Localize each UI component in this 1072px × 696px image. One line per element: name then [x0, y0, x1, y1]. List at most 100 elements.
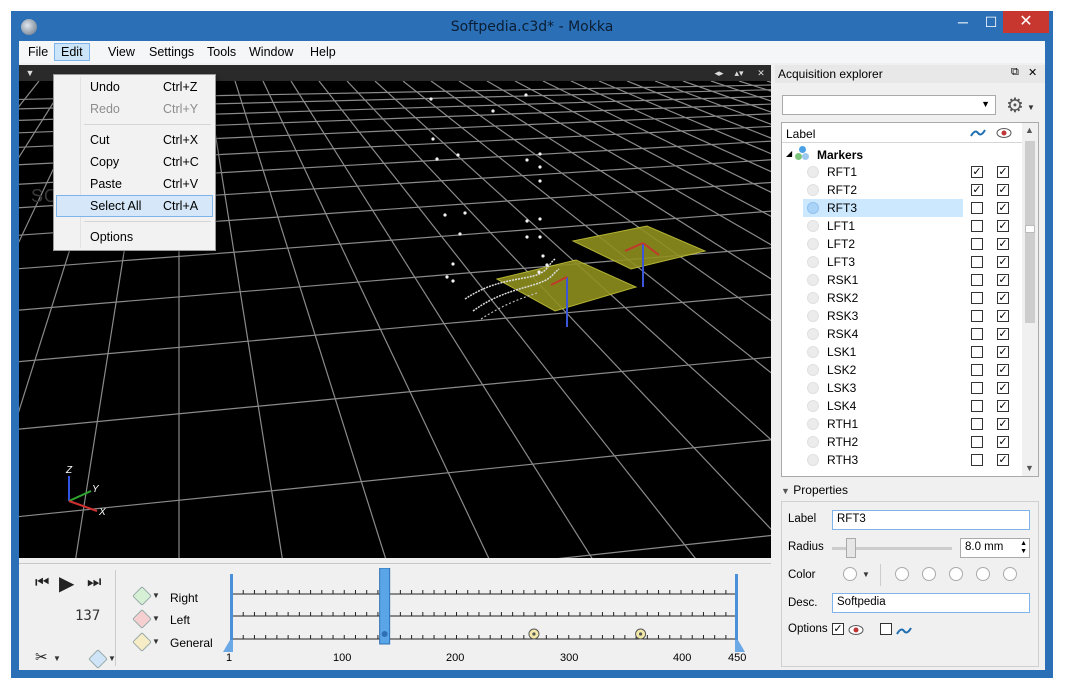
marker-name[interactable]: LSK1	[827, 345, 856, 359]
trajectory-checkbox[interactable]	[971, 328, 983, 340]
marker-row[interactable]: RTH3 ✓	[782, 451, 1022, 469]
marker-name[interactable]: RFT2	[827, 183, 857, 197]
menu-file[interactable]: File	[22, 43, 54, 61]
split-horizontal-icon[interactable]: ◂▸	[712, 66, 726, 80]
option-trajectory-checkbox[interactable]	[880, 623, 892, 635]
menu-item-copy[interactable]: Copy Ctrl+C	[56, 151, 213, 173]
color-swatch-5[interactable]	[1003, 567, 1017, 581]
properties-collapse-icon[interactable]: ▼	[781, 486, 790, 496]
marker-name[interactable]: RTH3	[827, 453, 858, 467]
menu-item-paste[interactable]: Paste Ctrl+V	[56, 173, 213, 195]
tools-icon[interactable]: ✂	[35, 648, 48, 666]
menu-settings[interactable]: Settings	[143, 43, 200, 61]
right-track-tag-icon[interactable]	[132, 586, 152, 606]
menu-item-cut[interactable]: Cut Ctrl+X	[56, 129, 213, 151]
maximize-button[interactable]: ☐	[977, 11, 1005, 33]
spin-up-icon[interactable]: ▲	[1020, 540, 1027, 547]
marker-row[interactable]: RTH2 ✓	[782, 433, 1022, 451]
scroll-up-icon[interactable]: ▲	[1025, 125, 1034, 135]
trajectory-checkbox[interactable]	[971, 382, 983, 394]
title-bar[interactable]: Softpedia.c3d* - Mokka ─ ☐ ✕	[11, 11, 1053, 41]
marker-row[interactable]: LFT2 ✓	[782, 235, 1022, 253]
visibility-checkbox[interactable]: ✓	[997, 238, 1009, 250]
marker-name[interactable]: RSK1	[827, 273, 858, 287]
trajectory-checkbox[interactable]: ✓	[971, 184, 983, 196]
acquisition-combo[interactable]: ▼	[782, 95, 996, 115]
color-swatch-3[interactable]	[949, 567, 963, 581]
visibility-checkbox[interactable]: ✓	[997, 220, 1009, 232]
visibility-checkbox[interactable]: ✓	[997, 364, 1009, 376]
visibility-checkbox[interactable]: ✓	[997, 346, 1009, 358]
trajectory-checkbox[interactable]	[971, 364, 983, 376]
menu-view[interactable]: View	[102, 43, 141, 61]
trajectory-checkbox[interactable]	[971, 238, 983, 250]
visibility-checkbox[interactable]: ✓	[997, 202, 1009, 214]
marker-name[interactable]: RSK4	[827, 327, 858, 341]
left-track-dropdown-icon[interactable]: ▼	[152, 614, 160, 623]
float-panel-icon[interactable]: ⧉	[1011, 66, 1019, 79]
trajectory-checkbox[interactable]	[971, 418, 983, 430]
visibility-checkbox[interactable]: ✓	[997, 436, 1009, 448]
marker-row[interactable]: RFT1 ✓ ✓	[782, 163, 1022, 181]
general-track-tag-icon[interactable]	[132, 632, 152, 652]
visibility-checkbox[interactable]: ✓	[997, 382, 1009, 394]
last-frame-icon[interactable]: ⏭	[87, 574, 101, 592]
marker-name[interactable]: RSK2	[827, 291, 858, 305]
trajectory-checkbox[interactable]	[971, 274, 983, 286]
menu-item-undo[interactable]: Undo Ctrl+Z	[56, 76, 213, 98]
play-icon[interactable]: ▶	[59, 571, 74, 596]
marker-name[interactable]: RTH1	[827, 417, 858, 431]
marker-row[interactable]: RSK1 ✓	[782, 271, 1022, 289]
marker-name[interactable]: RTH2	[827, 435, 858, 449]
visibility-checkbox[interactable]: ✓	[997, 184, 1009, 196]
close-button[interactable]: ✕	[1003, 11, 1049, 33]
trajectory-column-icon[interactable]	[970, 128, 986, 138]
radius-slider-thumb[interactable]	[846, 538, 856, 558]
general-track-dropdown-icon[interactable]: ▼	[152, 637, 160, 646]
desc-field[interactable]: Softpedia	[832, 593, 1030, 613]
label-field[interactable]: RFT3	[832, 510, 1030, 530]
marker-row[interactable]: RSK3 ✓	[782, 307, 1022, 325]
color-dropdown-icon[interactable]: ▼	[862, 570, 870, 579]
tree-scrollbar[interactable]: ▲ ▼	[1022, 123, 1038, 476]
markers-group-label[interactable]: Markers	[817, 148, 863, 162]
close-panel-icon[interactable]: ✕	[1028, 66, 1037, 79]
visibility-checkbox[interactable]: ✓	[997, 166, 1009, 178]
gear-icon[interactable]: ⚙	[1006, 93, 1024, 118]
menu-window[interactable]: Window	[243, 43, 299, 61]
menu-edit[interactable]: Edit	[54, 43, 90, 61]
visibility-checkbox[interactable]: ✓	[997, 310, 1009, 322]
trajectory-checkbox[interactable]	[971, 454, 983, 466]
marker-name[interactable]: LFT2	[827, 237, 855, 251]
first-frame-icon[interactable]: ⏮	[35, 574, 49, 592]
marker-row[interactable]: LSK2 ✓	[782, 361, 1022, 379]
menu-item-redo[interactable]: Redo Ctrl+Y	[56, 98, 213, 120]
left-track-tag-icon[interactable]	[132, 609, 152, 629]
event-tag-icon[interactable]	[88, 649, 108, 669]
trajectory-checkbox[interactable]	[971, 292, 983, 304]
color-swatch-1[interactable]	[895, 567, 909, 581]
menu-item-select-all[interactable]: Select All Ctrl+A	[56, 195, 213, 217]
menu-tools[interactable]: Tools	[201, 43, 242, 61]
trajectory-checkbox[interactable]: ✓	[971, 166, 983, 178]
marker-row[interactable]: LFT3 ✓	[782, 253, 1022, 271]
marker-row[interactable]: LFT1 ✓	[782, 217, 1022, 235]
close-view-icon[interactable]: ✕	[754, 66, 768, 80]
marker-row[interactable]: LSK3 ✓	[782, 379, 1022, 397]
color-swatch-4[interactable]	[976, 567, 990, 581]
visibility-checkbox[interactable]: ✓	[997, 418, 1009, 430]
trajectory-checkbox[interactable]	[971, 400, 983, 412]
trajectory-checkbox[interactable]	[971, 436, 983, 448]
tools-dropdown-icon[interactable]: ▼	[53, 654, 61, 663]
visibility-checkbox[interactable]: ✓	[997, 292, 1009, 304]
marker-name[interactable]: LFT1	[827, 219, 855, 233]
menu-item-options[interactable]: Options	[56, 226, 213, 248]
trajectory-checkbox[interactable]	[971, 310, 983, 322]
marker-row[interactable]: LSK4 ✓	[782, 397, 1022, 415]
color-swatch-2[interactable]	[922, 567, 936, 581]
marker-row[interactable]: RTH1 ✓	[782, 415, 1022, 433]
marker-row[interactable]: RFT3 ✓	[782, 199, 1022, 217]
trajectory-checkbox[interactable]	[971, 202, 983, 214]
radius-spinbox[interactable]: 8.0 mm ▲ ▼	[960, 538, 1030, 558]
scroll-down-icon[interactable]: ▼	[1025, 463, 1034, 473]
